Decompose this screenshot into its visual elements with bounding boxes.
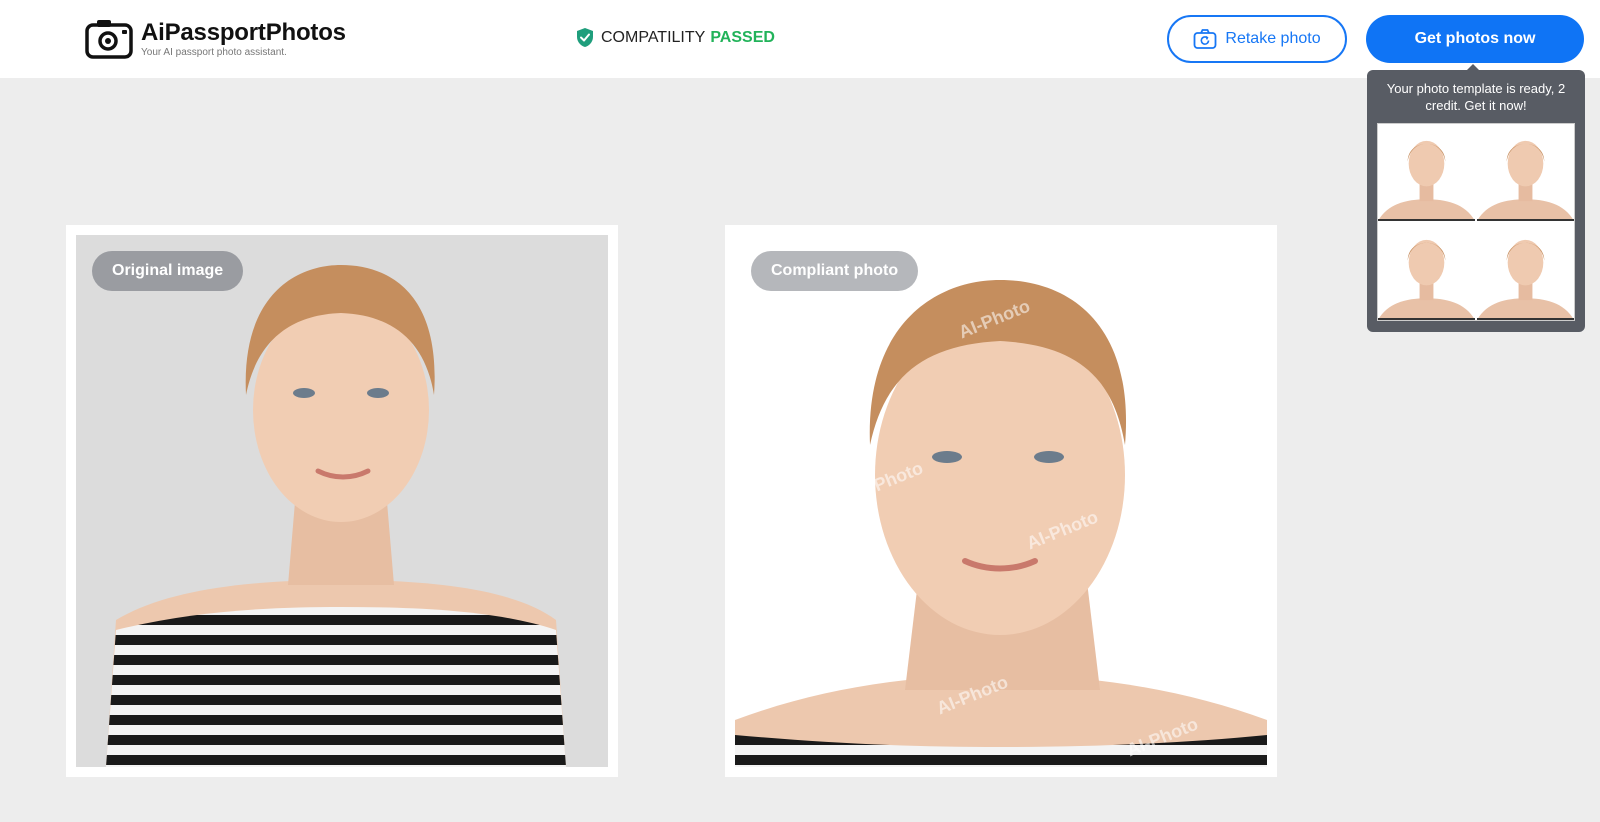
retake-photo-button[interactable]: Retake photo xyxy=(1167,15,1347,63)
compliant-photo-card: Compliant photo AI-Photo AI-Photo AI-Pho… xyxy=(725,225,1277,777)
template-photo xyxy=(1477,223,1574,320)
compliant-photo-badge: Compliant photo xyxy=(751,251,919,291)
compliant-photo xyxy=(735,235,1267,767)
original-image-badge: Original image xyxy=(92,251,244,291)
template-ready-popup[interactable]: Your photo template is ready, 2 credit. … xyxy=(1367,64,1585,332)
brand-logo[interactable]: AiPassportPhotos Your AI passport photo … xyxy=(85,17,346,59)
compatibility-passed: PASSED xyxy=(710,28,775,46)
get-photos-label: Get photos now xyxy=(1414,30,1536,47)
camera-logo-icon xyxy=(85,20,133,59)
compatibility-status: COMPATILITY PASSED xyxy=(576,27,775,48)
brand-tagline: Your AI passport photo assistant. xyxy=(141,46,287,58)
popup-arrow xyxy=(1466,64,1480,71)
template-photo xyxy=(1378,124,1475,221)
original-photo xyxy=(76,235,608,767)
camera-retake-icon xyxy=(1194,29,1217,49)
retake-photo-label: Retake photo xyxy=(1225,30,1321,47)
template-photo xyxy=(1378,223,1475,320)
popup-message: Your photo template is ready, 2 credit. … xyxy=(1386,81,1566,113)
photo-template-grid[interactable] xyxy=(1377,123,1575,321)
original-image-card: Original image xyxy=(66,225,618,777)
top-header: AiPassportPhotos Your AI passport photo … xyxy=(0,0,1600,78)
template-photo xyxy=(1477,124,1574,221)
get-photos-now-button[interactable]: Get photos now xyxy=(1366,15,1584,63)
shield-check-icon xyxy=(577,28,593,47)
compatibility-label: COMPATILITY xyxy=(601,28,706,46)
brand-name: AiPassportPhotos xyxy=(141,18,346,46)
